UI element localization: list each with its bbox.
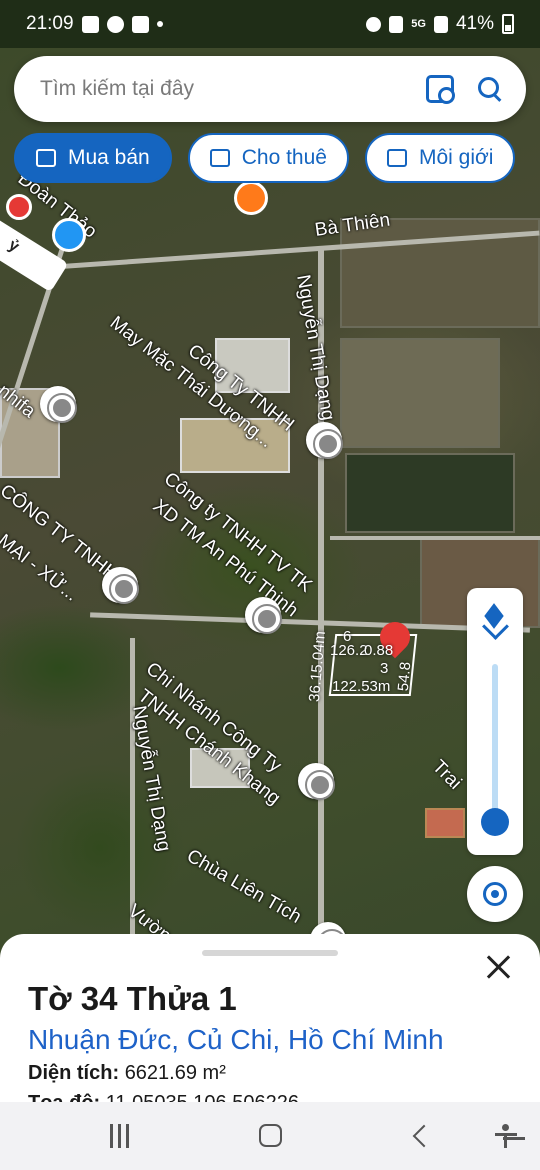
measure-num: 3 [380,660,389,677]
map-tag-text: ỷ [5,236,22,256]
poi-marker[interactable] [102,567,139,604]
status-time: 21:09 [26,13,74,34]
status-left: 21:09 [26,13,163,35]
chip-label: Môi giới [418,146,494,169]
measure-diag: 6 [343,628,352,645]
battery-icon [502,14,514,34]
zoom-slider-thumb[interactable] [481,808,509,836]
farm-field [345,453,515,533]
parcel-address[interactable]: Nhuận Đức, Củ Chi, Hồ Chí Minh [28,1024,444,1056]
poi-marker[interactable] [245,597,282,634]
system-nav-bar [0,1102,540,1170]
parcel-info-sheet: Tờ 34 Thửa 1 Nhuận Đức, Củ Chi, Hồ Chí M… [0,934,540,1114]
road-east [330,536,540,540]
chip-cho-thue[interactable]: Cho thuê [187,133,349,183]
image-search-icon[interactable] [426,75,455,104]
back-icon[interactable] [412,1124,436,1148]
area-row: Diện tích: 6621.69 m² [28,1062,226,1085]
people-icon [386,149,407,167]
my-location-icon [483,882,507,906]
category-chips: Mua bán Cho thuê Môi giới [14,133,516,183]
chip-label: Cho thuê [241,146,327,169]
accessibility-icon[interactable] [494,1124,518,1148]
signal-icon [389,15,404,33]
label-trai: Trai [427,756,466,794]
chip-moi-gioi[interactable]: Môi giới [364,133,516,183]
my-location-button[interactable] [467,866,523,922]
farm-field [340,338,500,448]
status-right: 5G 41% [366,13,514,35]
store-icon [36,149,56,167]
close-icon[interactable] [486,954,512,980]
label-chua: Chùa Liên Tích [183,845,305,928]
parcel-title: Tờ 34 Thửa 1 [28,980,237,1017]
home-icon[interactable] [259,1124,282,1147]
battery-percent: 41% [455,13,494,34]
layers-icon[interactable] [482,606,508,632]
chip-label: Mua bán [68,146,150,169]
poi-marker[interactable] [306,422,343,459]
chip-mua-ban[interactable]: Mua bán [14,133,172,183]
alarm-icon [366,16,382,32]
zoom-slider-track[interactable] [492,664,498,820]
red-location-dot[interactable] [6,194,32,220]
gallery-notification-icon [81,15,99,33]
blue-place-pin[interactable] [52,218,86,252]
measure-left: 36.15.04m [305,630,330,703]
house-hand-icon [209,149,230,167]
facebook-notification-icon [106,15,124,33]
checkbox-notification-icon [131,15,149,33]
map-controls-panel [467,588,523,855]
search-icon[interactable] [476,75,504,103]
accessibility-icon-part [504,1135,507,1148]
label-nguyen-thi-dang: Nguyễn Thị Dạng [292,273,339,423]
poi-marker[interactable] [40,386,77,423]
area-label: Diện tích: [28,1062,120,1084]
poi-marker[interactable] [298,763,335,800]
search-input[interactable]: Tìm kiếm tại đây [40,77,404,101]
signal-icon-2 [433,15,448,33]
status-bar: 21:09 5G 41% [0,0,540,48]
more-notifications-dot [156,21,163,27]
recents-icon[interactable] [108,1124,132,1148]
area-value: 6621.69 m² [124,1062,226,1084]
measure-right: 54.8 [394,661,415,692]
network-type: 5G [411,18,426,30]
orange-place-pin[interactable] [234,181,268,215]
search-bar[interactable]: Tìm kiếm tại đây [14,56,526,122]
label-cong-ty-tnhh-2: CÔNG TY TNHH [0,480,122,586]
measure-top-2: 0.88 [364,642,394,659]
sheet-drag-handle[interactable] [202,950,338,956]
red-roof [425,808,465,838]
measure-bottom: 122.53m [332,678,391,695]
